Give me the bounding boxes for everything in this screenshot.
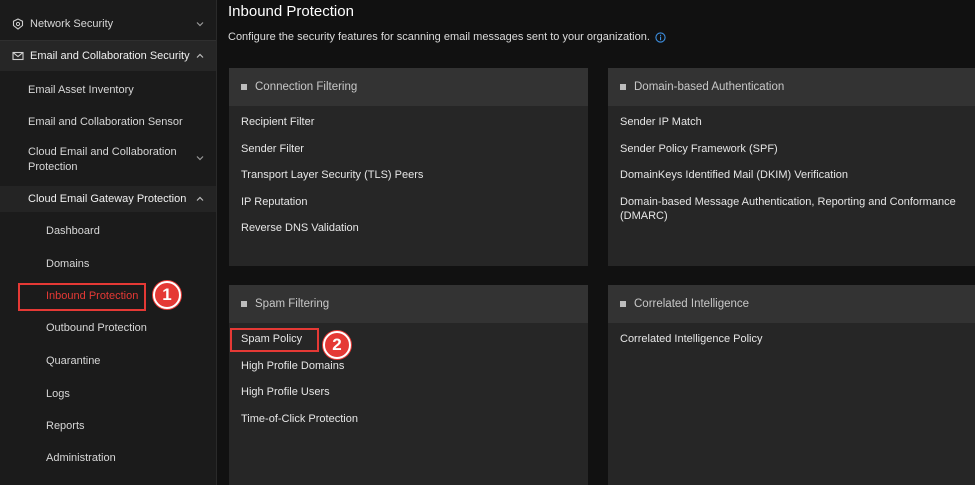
sidebar-item-label: Dashboard: [46, 225, 100, 237]
card-correlated-intelligence: Correlated Intelligence Correlated Intel…: [608, 285, 975, 485]
app-window: Network Security Email and Collaboration…: [0, 0, 975, 485]
sidebar-subitem-logs[interactable]: Logs: [0, 384, 216, 404]
card-title: Domain-based Authentication: [634, 81, 785, 93]
sidebar-subitem-dashboard[interactable]: Dashboard: [0, 221, 216, 241]
sidebar-item-cloud-email-gateway-protection[interactable]: Cloud Email Gateway Protection: [0, 186, 216, 212]
card-title: Connection Filtering: [255, 81, 358, 93]
annotation-highlight-inbound-protection: [18, 283, 146, 311]
page-description-text: Configure the security features for scan…: [228, 31, 650, 43]
card-header: Correlated Intelligence: [608, 285, 975, 323]
sidebar-subitem-outbound-protection[interactable]: Outbound Protection: [0, 318, 216, 338]
sidebar-item-label: Email Asset Inventory: [28, 84, 134, 96]
card-body: Correlated Intelligence Policy: [608, 323, 975, 346]
step-badge-2: 2: [323, 331, 351, 359]
sidebar-subitem-domains[interactable]: Domains: [0, 254, 216, 274]
shield-icon: [12, 18, 24, 30]
card-header: Spam Filtering: [229, 285, 588, 323]
link-sender-ip-match[interactable]: Sender IP Match: [620, 115, 963, 129]
sidebar-item-label: Cloud Email Gateway Protection: [28, 193, 187, 205]
sidebar-item-label: Cloud Email and Collaboration Protection: [28, 146, 177, 173]
chevron-up-icon: [195, 51, 205, 61]
link-spf[interactable]: Sender Policy Framework (SPF): [620, 142, 963, 156]
mail-icon: [12, 50, 24, 62]
sidebar-item-label: Reports: [46, 420, 85, 432]
sidebar-item-email-collaboration-security[interactable]: Email and Collaboration Security: [0, 41, 216, 71]
link-ip-reputation[interactable]: IP Reputation: [241, 195, 576, 209]
link-dmarc[interactable]: Domain-based Message Authentication, Rep…: [620, 195, 960, 223]
link-recipient-filter[interactable]: Recipient Filter: [241, 115, 576, 129]
sidebar-item-email-asset-inventory[interactable]: Email Asset Inventory: [0, 80, 216, 100]
link-high-profile-domains[interactable]: High Profile Domains: [241, 359, 576, 373]
chevron-up-icon: [195, 194, 205, 204]
card-spam-filtering: Spam Filtering Spam Policy High Profile …: [229, 285, 588, 485]
link-sender-filter[interactable]: Sender Filter: [241, 142, 576, 156]
sidebar-item-label: Logs: [46, 388, 70, 400]
sidebar-item-network-security[interactable]: Network Security: [0, 13, 216, 35]
sidebar: Network Security Email and Collaboration…: [0, 0, 217, 485]
chevron-down-icon: [195, 19, 205, 29]
square-bullet-icon: [620, 84, 626, 90]
card-header: Connection Filtering: [229, 68, 588, 106]
square-bullet-icon: [620, 301, 626, 307]
sidebar-item-label: Quarantine: [46, 355, 101, 367]
chevron-down-icon: [195, 153, 205, 163]
card-body: Sender IP Match Sender Policy Framework …: [608, 106, 975, 223]
card-title: Spam Filtering: [255, 298, 330, 310]
sidebar-item-email-collaboration-sensor[interactable]: Email and Collaboration Sensor: [0, 112, 216, 132]
page-title: Inbound Protection: [228, 3, 354, 20]
square-bullet-icon: [241, 301, 247, 307]
link-correlated-intelligence-policy[interactable]: Correlated Intelligence Policy: [620, 332, 963, 346]
link-time-of-click-protection[interactable]: Time-of-Click Protection: [241, 412, 576, 426]
square-bullet-icon: [241, 84, 247, 90]
link-tls-peers[interactable]: Transport Layer Security (TLS) Peers: [241, 168, 576, 182]
sidebar-item-label: Domains: [46, 258, 90, 270]
info-icon[interactable]: [655, 31, 666, 43]
card-title: Correlated Intelligence: [634, 298, 750, 310]
card-header: Domain-based Authentication: [608, 68, 975, 106]
step-badge-1: 1: [153, 281, 181, 309]
sidebar-subitem-reports[interactable]: Reports: [0, 416, 216, 436]
sidebar-item-cloud-email-collaboration-protection[interactable]: Cloud Email and Collaboration Protection: [0, 145, 216, 177]
main-content: Inbound Protection Configure the securit…: [217, 0, 975, 485]
link-reverse-dns-validation[interactable]: Reverse DNS Validation: [241, 221, 576, 235]
sidebar-item-label: Administration: [46, 452, 116, 464]
sidebar-subitem-quarantine[interactable]: Quarantine: [0, 351, 216, 371]
annotation-highlight-spam-policy: [230, 328, 319, 352]
sidebar-subitem-administration[interactable]: Administration: [0, 448, 216, 468]
sidebar-item-label: Email and Collaboration Security: [30, 50, 190, 62]
card-connection-filtering: Connection Filtering Recipient Filter Se…: [229, 68, 588, 266]
card-body: Recipient Filter Sender Filter Transport…: [229, 106, 588, 235]
link-dkim-verification[interactable]: DomainKeys Identified Mail (DKIM) Verifi…: [620, 168, 963, 182]
sidebar-item-label: Email and Collaboration Sensor: [28, 116, 183, 128]
sidebar-item-label: Network Security: [30, 18, 114, 30]
card-domain-based-authentication: Domain-based Authentication Sender IP Ma…: [608, 68, 975, 266]
page-description: Configure the security features for scan…: [228, 31, 666, 43]
link-high-profile-users[interactable]: High Profile Users: [241, 385, 576, 399]
sidebar-item-label: Outbound Protection: [46, 322, 147, 334]
